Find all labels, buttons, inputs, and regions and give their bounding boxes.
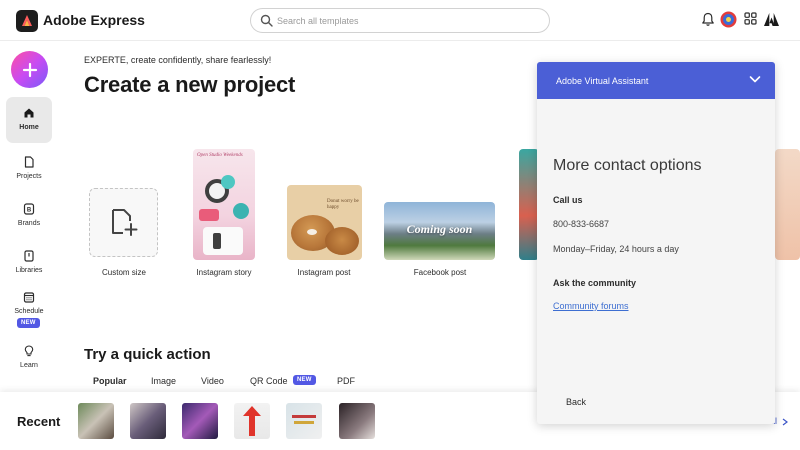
contact-heading: More contact options <box>553 157 702 174</box>
create-button[interactable] <box>11 51 48 88</box>
sidebar-item-label: Learn <box>20 362 38 369</box>
home-icon <box>24 108 34 118</box>
adobe-express-logo[interactable] <box>16 10 38 32</box>
search-bar[interactable] <box>250 8 550 33</box>
adobe-logo-icon[interactable] <box>764 13 779 26</box>
recent-title: Recent <box>17 414 61 429</box>
assistant-title: Adobe Virtual Assistant <box>556 76 649 86</box>
new-badge: NEW <box>293 375 316 385</box>
bell-icon[interactable] <box>701 12 715 27</box>
sidebar-item-libraries[interactable]: Libraries <box>6 240 52 286</box>
thumbnail-text: Open Studio Weekends <box>197 153 243 158</box>
document-icon <box>24 156 34 168</box>
sidebar-item-projects[interactable]: Projects <box>6 146 52 192</box>
app-name[interactable]: Adobe Express <box>43 12 145 28</box>
sidebar-item-label: Home <box>19 124 39 131</box>
recent-thumbnail[interactable] <box>339 403 375 439</box>
card-label: Instagram post <box>297 268 351 277</box>
sidebar-item-label: Brands <box>17 220 41 227</box>
call-us-heading: Call us <box>553 195 583 205</box>
chevron-right-icon[interactable] <box>782 418 788 426</box>
virtual-assistant-panel: Adobe Virtual Assistant More contact opt… <box>537 62 775 424</box>
template-thumbnail[interactable] <box>519 149 539 260</box>
card-label: Instagram story <box>196 268 252 277</box>
template-thumbnail[interactable] <box>775 149 800 260</box>
support-hours: Monday–Friday, 24 hours a day <box>553 244 679 254</box>
phone-number[interactable]: 800-833-6687 <box>553 219 609 229</box>
thumbnail-text: Coming soon <box>406 222 473 236</box>
library-icon <box>24 250 34 262</box>
instagram-story-thumbnail[interactable]: Open Studio Weekends <box>193 149 255 260</box>
tab-popular[interactable]: Popular <box>93 376 127 386</box>
community-forums-link[interactable]: Community forums <box>553 301 629 311</box>
sidebar-item-brands[interactable]: B Brands <box>6 193 52 239</box>
sidebar-item-label: Schedule <box>14 308 44 315</box>
recent-thumbnail[interactable] <box>182 403 218 439</box>
recent-thumbnail[interactable] <box>130 403 166 439</box>
app-window: Adobe Express Search all templates Home … <box>0 0 800 450</box>
recent-thumbnail[interactable] <box>286 403 322 439</box>
community-heading: Ask the community <box>553 278 637 288</box>
tab-pdf[interactable]: PDF <box>337 376 355 386</box>
top-header: Adobe Express <box>0 0 800 41</box>
sidebar-item-home[interactable]: Home <box>6 97 52 143</box>
page-title: Create a new project <box>84 72 296 97</box>
new-badge: NEW <box>17 318 40 328</box>
card-label: Facebook post <box>413 268 467 277</box>
lightbulb-icon <box>24 345 34 357</box>
search-icon <box>260 14 273 27</box>
instagram-post-thumbnail[interactable]: Donut worry be happy <box>287 185 362 260</box>
tab-video[interactable]: Video <box>201 376 224 386</box>
svg-text:B: B <box>27 208 32 214</box>
search-input[interactable] <box>277 12 537 29</box>
red-arrow-graphic <box>243 406 261 436</box>
tab-image[interactable]: Image <box>151 376 176 386</box>
plus-icon <box>22 62 37 77</box>
card-label: Custom size <box>101 268 147 277</box>
new-file-icon <box>112 209 138 236</box>
thumbnail-text: Donut worry be happy <box>327 199 359 210</box>
facebook-post-thumbnail[interactable]: Coming soon <box>384 202 495 260</box>
apps-grid-icon[interactable] <box>744 12 757 25</box>
sidebar-item-learn[interactable]: Learn <box>6 335 52 381</box>
back-button[interactable]: Back <box>566 397 586 407</box>
quick-action-title: Try a quick action <box>84 346 211 363</box>
custom-size-thumbnail[interactable] <box>89 188 158 257</box>
avatar[interactable] <box>720 11 737 28</box>
brand-icon: B <box>23 203 35 215</box>
chevron-down-icon[interactable] <box>749 75 761 84</box>
tagline: EXPERTE, create confidently, share fearl… <box>84 55 272 65</box>
sidebar-item-label: Projects <box>16 173 42 180</box>
assistant-header[interactable]: Adobe Virtual Assistant <box>537 62 775 99</box>
tab-qr-code[interactable]: QR Code <box>250 376 288 386</box>
recent-thumbnail[interactable] <box>78 403 114 439</box>
recent-thumbnail[interactable] <box>234 403 270 439</box>
calendar-icon <box>23 292 35 303</box>
sidebar-item-label: Libraries <box>15 267 43 274</box>
